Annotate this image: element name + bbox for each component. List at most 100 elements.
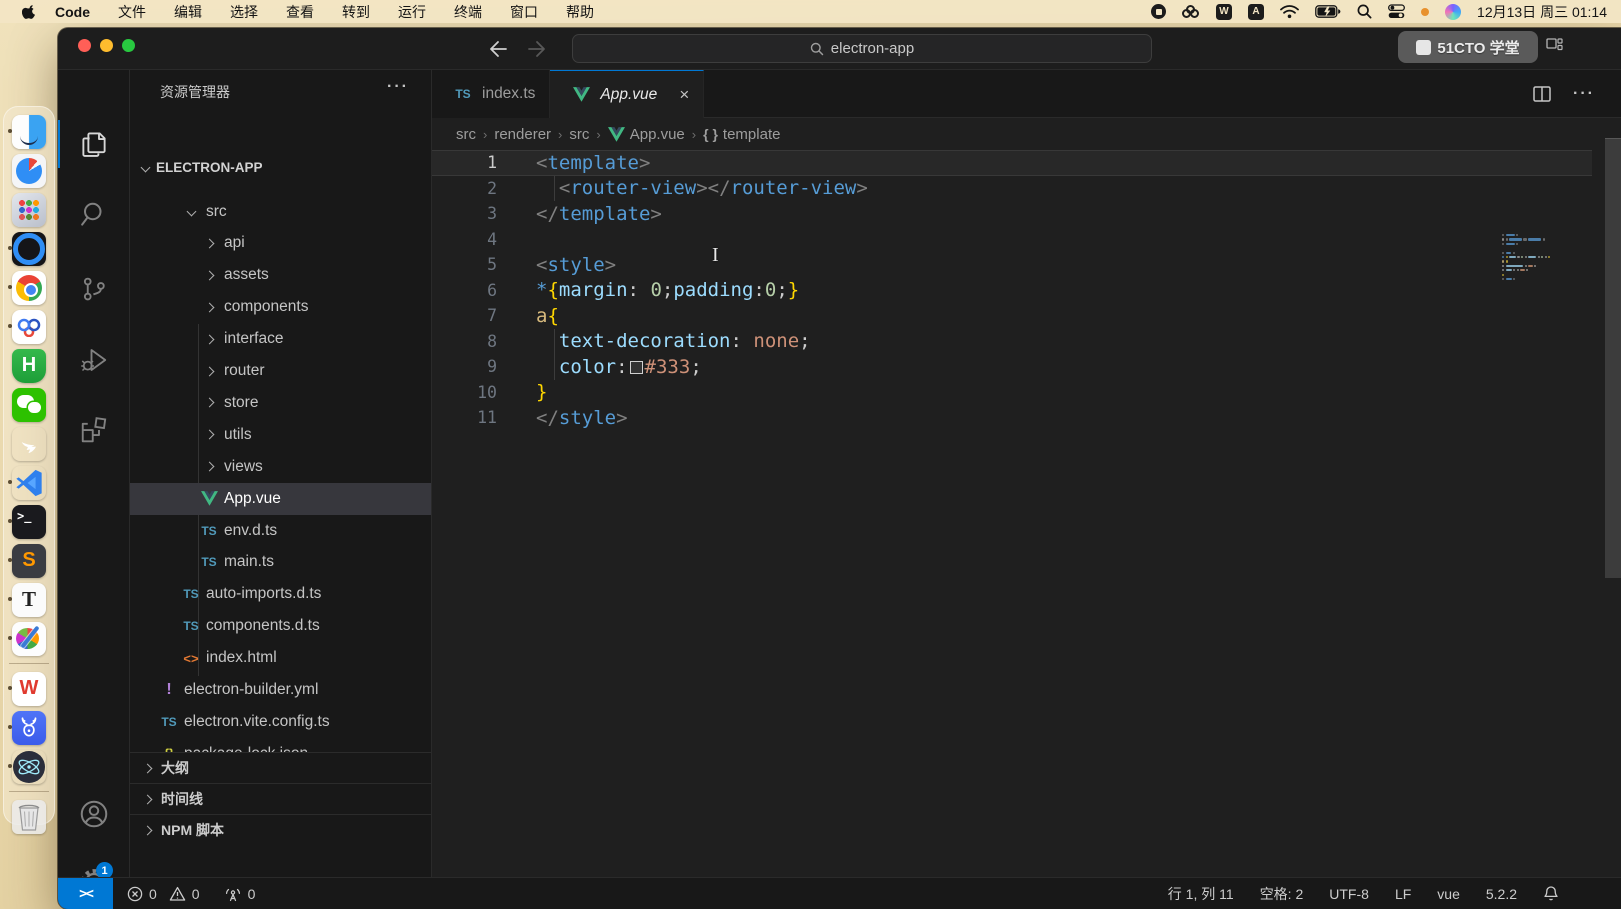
- sidebar-more-actions-icon[interactable]: ···: [387, 78, 409, 96]
- dock-item-paintbrush[interactable]: [7, 620, 51, 657]
- dock-paintbrush-icon[interactable]: [12, 622, 46, 656]
- scrollbar[interactable]: [1605, 138, 1621, 578]
- minimize-window-button[interactable]: [100, 39, 113, 52]
- dock-electron-icon[interactable]: [12, 750, 46, 784]
- customize-layout-icon[interactable]: [1546, 38, 1563, 53]
- eol[interactable]: LF: [1395, 886, 1411, 902]
- extensions-icon[interactable]: [58, 406, 130, 454]
- sidebar-section-时间线[interactable]: 时间线: [130, 783, 431, 814]
- spotlight-icon[interactable]: [1357, 4, 1372, 19]
- dock-sublime-icon[interactable]: S: [12, 544, 46, 578]
- dock-item-deer[interactable]: [7, 709, 51, 746]
- tree-file-main.ts[interactable]: TSmain.ts: [130, 546, 431, 578]
- tab-index.ts[interactable]: TSindex.ts: [432, 70, 550, 118]
- apple-menu-icon[interactable]: [22, 4, 37, 19]
- battery-icon[interactable]: [1315, 5, 1341, 18]
- dock-item-dingtalk[interactable]: [7, 425, 51, 462]
- dock-item-vscode[interactable]: [7, 464, 51, 501]
- breadcrumb-item-template[interactable]: { }template: [703, 126, 780, 143]
- menu-item-终端[interactable]: 终端: [454, 4, 482, 20]
- dock-item-safari[interactable]: [7, 152, 51, 189]
- tree-folder-assets[interactable]: assets: [130, 259, 431, 291]
- dock-item-wps[interactable]: W: [7, 670, 51, 707]
- maximize-window-button[interactable]: [122, 39, 135, 52]
- dock-deer-icon[interactable]: [12, 711, 46, 745]
- dock-vscode-icon[interactable]: [12, 466, 46, 500]
- dock-item-trash[interactable]: [7, 798, 51, 835]
- dock-item-textedit[interactable]: T: [7, 581, 51, 618]
- dock-item-launchpad[interactable]: [7, 191, 51, 228]
- tree-folder-views[interactable]: views: [130, 451, 431, 483]
- siri-icon[interactable]: [1445, 4, 1461, 20]
- close-tab-icon[interactable]: ×: [679, 85, 689, 105]
- close-window-button[interactable]: [78, 39, 91, 52]
- dock-launchpad-icon[interactable]: [12, 193, 46, 227]
- tree-folder-interface[interactable]: interface: [130, 323, 431, 355]
- sidebar-section-大纲[interactable]: 大纲: [130, 752, 431, 783]
- menu-item-窗口[interactable]: 窗口: [510, 4, 538, 20]
- dock-safari-icon[interactable]: [12, 154, 46, 188]
- wifi-icon[interactable]: [1280, 5, 1299, 19]
- extension-version[interactable]: 5.2.2: [1486, 886, 1517, 902]
- menu-item-帮助[interactable]: 帮助: [566, 4, 594, 20]
- cursor-position[interactable]: 行 1, 列 11: [1168, 884, 1234, 904]
- dock-item-terminal[interactable]: >_: [7, 503, 51, 540]
- search-view-icon[interactable]: [58, 190, 130, 238]
- menu-item-选择[interactable]: 选择: [230, 4, 258, 20]
- tree-file-electron.vite.config.ts[interactable]: TSelectron.vite.config.ts: [130, 706, 431, 738]
- problems-indicator[interactable]: 0 0: [127, 886, 200, 902]
- menu-item-转到[interactable]: 转到: [342, 4, 370, 20]
- editor-more-actions-icon[interactable]: ···: [1573, 85, 1595, 103]
- wps-menu-icon[interactable]: W: [1216, 4, 1232, 20]
- menu-clock[interactable]: 12月13日 周三 01:14: [1477, 2, 1607, 22]
- menu-app-name[interactable]: Code: [55, 4, 90, 20]
- encoding[interactable]: UTF-8: [1329, 886, 1369, 902]
- dock-trash-icon[interactable]: [12, 800, 46, 834]
- dock-textedit-icon[interactable]: T: [12, 583, 46, 617]
- editor-group[interactable]: TSindex.tsApp.vue× ··· src›renderer›src›…: [432, 70, 1621, 877]
- notifications-bell-icon[interactable]: [1543, 885, 1559, 902]
- account-icon[interactable]: [58, 790, 130, 838]
- breadcrumb-item-src[interactable]: src: [569, 126, 589, 143]
- source-control-icon[interactable]: [58, 265, 130, 313]
- dock-item-chrome[interactable]: [7, 269, 51, 306]
- tree-file-env.d.ts[interactable]: TSenv.d.ts: [130, 515, 431, 547]
- tree-folder-store[interactable]: store: [130, 387, 431, 419]
- dock-item-wechat[interactable]: [7, 386, 51, 423]
- menu-item-查看[interactable]: 查看: [286, 4, 314, 20]
- dock-item-quicktime[interactable]: [7, 230, 51, 267]
- language-mode[interactable]: vue: [1437, 886, 1460, 902]
- back-button[interactable]: [483, 35, 511, 63]
- dock-item-netdisk[interactable]: [7, 308, 51, 345]
- title-bar[interactable]: electron-app 51CTO 学堂: [58, 28, 1621, 70]
- dock-wps-icon[interactable]: W: [12, 672, 46, 706]
- dock-finder-icon[interactable]: [12, 115, 46, 149]
- run-debug-icon[interactable]: [58, 336, 130, 384]
- menu-item-编辑[interactable]: 编辑: [174, 4, 202, 20]
- ports-indicator[interactable]: 0: [224, 886, 256, 902]
- tree-folder-components[interactable]: components: [130, 291, 431, 323]
- dock-netdisk-icon[interactable]: [12, 310, 46, 344]
- clover-icon[interactable]: [1182, 5, 1200, 19]
- tree-folder-utils[interactable]: utils: [130, 419, 431, 451]
- control-center-icon[interactable]: [1388, 4, 1405, 19]
- dock-wechat-icon[interactable]: [12, 388, 46, 422]
- dock-item-sublime[interactable]: S: [7, 542, 51, 579]
- dock-dingtalk-icon[interactable]: [12, 427, 46, 461]
- tree-file-components.d.ts[interactable]: TScomponents.d.ts: [130, 610, 431, 642]
- remote-indicator[interactable]: ><: [58, 878, 113, 909]
- dock-chrome-icon[interactable]: [12, 271, 46, 305]
- tree-file-index.html[interactable]: <>index.html: [130, 642, 431, 674]
- dock-item-finder[interactable]: [7, 113, 51, 150]
- tab-App.vue[interactable]: App.vue×: [550, 70, 704, 118]
- breadcrumb-item-App.vue[interactable]: App.vue: [608, 126, 685, 143]
- explorer-icon[interactable]: [58, 120, 130, 168]
- tree-folder-router[interactable]: router: [130, 355, 431, 387]
- dock-terminal-icon[interactable]: >_: [12, 505, 46, 539]
- tree-file-auto-imports.d.ts[interactable]: TSauto-imports.d.ts: [130, 578, 431, 610]
- workspace-root-row[interactable]: ELECTRON-APP: [130, 153, 431, 181]
- split-editor-icon[interactable]: [1533, 86, 1551, 102]
- breadcrumb-item-renderer[interactable]: renderer: [494, 126, 551, 143]
- command-center-search[interactable]: electron-app: [572, 34, 1152, 63]
- indentation[interactable]: 空格: 2: [1260, 884, 1304, 904]
